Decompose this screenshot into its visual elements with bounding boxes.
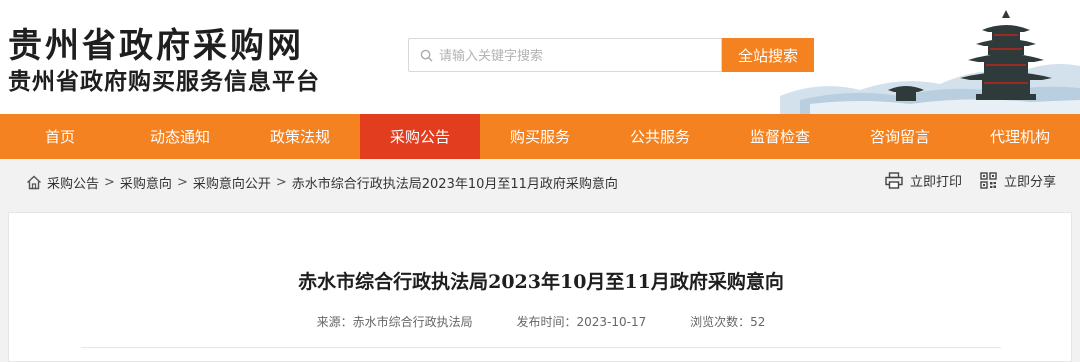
breadcrumb-item-intention-disclosure[interactable]: 采购意向公开 (193, 173, 271, 192)
share-label: 立即分享 (1003, 175, 1056, 190)
nav-item-supervision[interactable]: 监督检查 (720, 114, 840, 159)
breadcrumb-separator: > (176, 175, 188, 190)
print-button[interactable]: 立即打印 (885, 171, 962, 190)
site-header: 贵州省政府采购网 贵州省政府购买服务信息平台 全站搜索 (0, 0, 1080, 114)
nav-item-home[interactable]: 首页 (0, 114, 120, 159)
search-icon (420, 49, 433, 62)
nav-item-procurement-announcements[interactable]: 采购公告 (360, 114, 480, 159)
article-publish-time: 发布时间：2023-10-17 (516, 315, 647, 329)
print-label: 立即打印 (909, 175, 962, 190)
share-button[interactable]: 立即分享 (980, 171, 1056, 190)
nav-item-agencies[interactable]: 代理机构 (960, 114, 1080, 159)
home-icon[interactable] (26, 175, 42, 190)
search-input[interactable] (439, 45, 714, 67)
article-panel: 赤水市综合行政执法局2023年10月至11月政府采购意向 来源：赤水市综合行政执… (8, 212, 1072, 362)
site-title[interactable]: 贵州省政府采购网 (8, 18, 304, 67)
article-source: 来源：赤水市综合行政执法局 (316, 315, 473, 329)
nav-item-policies[interactable]: 政策法规 (240, 114, 360, 159)
article-view-count: 浏览次数：52 (690, 315, 766, 329)
nav-item-public-services[interactable]: 公共服务 (600, 114, 720, 159)
qr-code-icon (980, 172, 997, 189)
article-meta: 来源：赤水市综合行政执法局 发布时间：2023-10-17 浏览次数：52 (9, 313, 1073, 330)
article-tools: 立即打印 立即分享 (867, 171, 1056, 190)
printer-icon (885, 172, 903, 189)
pavilion-scenery-image (780, 10, 1080, 114)
main-nav: 首页 动态通知 政策法规 采购公告 购买服务 公共服务 监督检查 咨询留言 代理… (0, 114, 1080, 159)
breadcrumb-item-current-article: 赤水市综合行政执法局2023年10月至11月政府采购意向 (291, 177, 618, 192)
breadcrumb-bar: 采购公告 > 采购意向 > 采购意向公开 > 赤水市综合行政执法局2023年10… (0, 159, 1080, 203)
nav-item-notices[interactable]: 动态通知 (120, 114, 240, 159)
site-subtitle: 贵州省政府购买服务信息平台 (8, 69, 320, 95)
breadcrumb-separator: > (104, 175, 115, 190)
breadcrumb: 采购公告 > 采购意向 > 采购意向公开 > 赤水市综合行政执法局2023年10… (26, 173, 618, 192)
search-bar: 全站搜索 (408, 38, 816, 72)
nav-item-consultation[interactable]: 咨询留言 (840, 114, 960, 159)
article-title: 赤水市综合行政执法局2023年10月至11月政府采购意向 (298, 271, 784, 293)
breadcrumb-item-procurement-announcements[interactable]: 采购公告 (47, 173, 99, 192)
breadcrumb-separator: > (275, 175, 287, 190)
search-box[interactable] (408, 38, 722, 72)
meta-divider (81, 347, 1001, 348)
nav-item-purchase-services[interactable]: 购买服务 (480, 114, 600, 159)
breadcrumb-item-procurement-intentions[interactable]: 采购意向 (120, 173, 172, 192)
